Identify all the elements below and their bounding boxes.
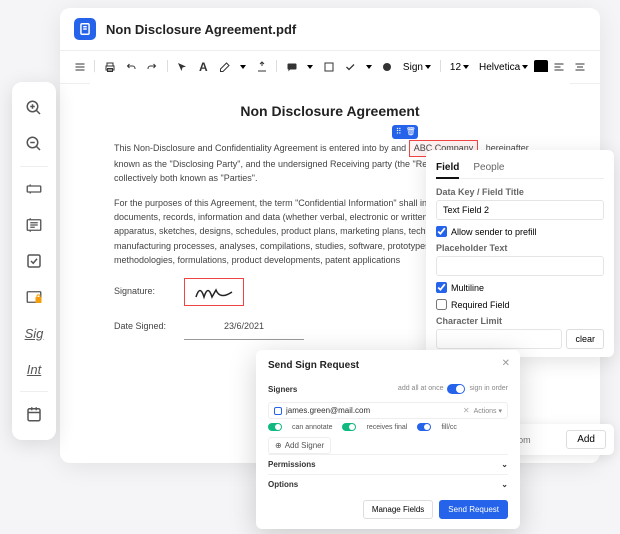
lock-field-icon[interactable] [12,279,56,315]
align-center-icon[interactable] [571,57,590,77]
signer-color-icon [274,407,282,415]
close-icon[interactable]: ✕ [502,358,510,369]
zoom-in-icon[interactable] [12,90,56,126]
placeholder-input[interactable] [436,256,604,276]
chevron-down-icon: ⌄ [501,480,508,489]
add-signer-button[interactable]: ⊕Add Signer [268,437,331,454]
font-size-select[interactable]: 12 [446,62,473,73]
placeholder-label: Placeholder Text [436,243,604,253]
draw-dropdown[interactable] [236,65,250,69]
signers-heading: Signers [268,385,297,394]
send-sign-request-modal: Send Sign Request ✕ Signers add all at o… [256,350,520,529]
manage-fields-button[interactable]: Manage Fields [363,500,433,519]
sign-dropdown[interactable]: Sign [399,62,435,73]
send-request-button[interactable]: Send Request [439,500,508,519]
doc-title: Non Disclosure Agreement [114,100,546,122]
signature-field[interactable] [184,278,244,306]
left-toolbar: Sig Int [12,82,56,440]
modal-title: Send Sign Request [268,360,508,371]
app-logo-icon [74,18,96,40]
checkbox-icon[interactable] [436,226,447,237]
permissions-section[interactable]: Permissions⌄ [268,454,508,474]
panel-tabs: Field People [436,158,604,179]
checkbox-icon[interactable] [436,282,447,293]
drag-icon[interactable]: ⠿ [394,127,404,137]
datakey-label: Data Key / Field Title [436,187,604,197]
options-section[interactable]: Options⌄ [268,474,508,494]
check-dropdown[interactable] [362,65,376,69]
tab-people[interactable]: People [473,158,504,178]
chevron-down-icon: ⌄ [501,460,508,469]
zoom-out-icon[interactable] [12,126,56,162]
paragraph-field-icon[interactable] [12,207,56,243]
initials-field-icon[interactable]: Int [12,351,56,387]
permissions-row: can annotate receives final fill/cc [268,423,508,431]
separator [20,391,48,392]
annotate-toggle[interactable] [268,423,282,431]
signer-row: james.green@mail.com ✕ Actions ▾ [268,402,508,419]
window-title: Non Disclosure Agreement.pdf [106,22,296,37]
text-field-icon[interactable] [12,171,56,207]
delete-icon[interactable]: 🗑 [406,127,416,137]
remove-signer-icon[interactable]: ✕ [463,406,470,415]
allow-prefill-check[interactable]: Allow sender to prefill [436,226,604,237]
menu-icon[interactable] [70,57,89,77]
plus-icon: ⊕ [275,441,282,450]
signature-icon [194,282,234,302]
signature-label: Signature: [114,284,174,298]
clear-button[interactable]: clear [566,329,604,349]
comment-dropdown[interactable] [303,65,317,69]
signature-field-icon[interactable]: Sig [12,315,56,351]
checkbox-icon[interactable] [436,299,447,310]
date-value: 23/6/2021 [184,314,304,340]
datakey-input[interactable] [436,200,604,220]
sign-order-label: sign in order [469,385,508,392]
date-label: Date Signed: [114,319,174,333]
order-toggle[interactable] [447,384,465,394]
font-size-value: 12 [450,62,461,73]
charlimit-input[interactable] [436,329,562,349]
date-field-icon[interactable] [12,396,56,432]
font-family-select[interactable]: Helvetica [475,62,532,73]
signer-actions-dropdown[interactable]: Actions ▾ [474,407,502,415]
tab-field[interactable]: Field [436,158,459,179]
add-all-label: add all at once [398,385,444,392]
doc-text: This Non-Disclosure and Confidentiality … [114,143,406,153]
sign-label: Sign [403,62,423,73]
font-family-value: Helvetica [479,62,520,73]
signer-email: james.green@mail.com [286,406,459,415]
required-check[interactable]: Required Field [436,299,604,310]
add-button[interactable]: Add [566,430,606,449]
window-header: Non Disclosure Agreement.pdf [60,8,600,51]
fillcc-toggle[interactable] [417,423,431,431]
final-toggle[interactable] [342,423,356,431]
modal-footer: Manage Fields Send Request [268,500,508,519]
separator [20,166,48,167]
checkbox-field-icon[interactable] [12,243,56,279]
field-handle[interactable]: ⠿ 🗑 [392,125,418,139]
field-properties-panel: Field People Data Key / Field Title Allo… [426,150,614,357]
multiline-check[interactable]: Multiline [436,282,604,293]
charlimit-label: Character Limit [436,316,604,326]
